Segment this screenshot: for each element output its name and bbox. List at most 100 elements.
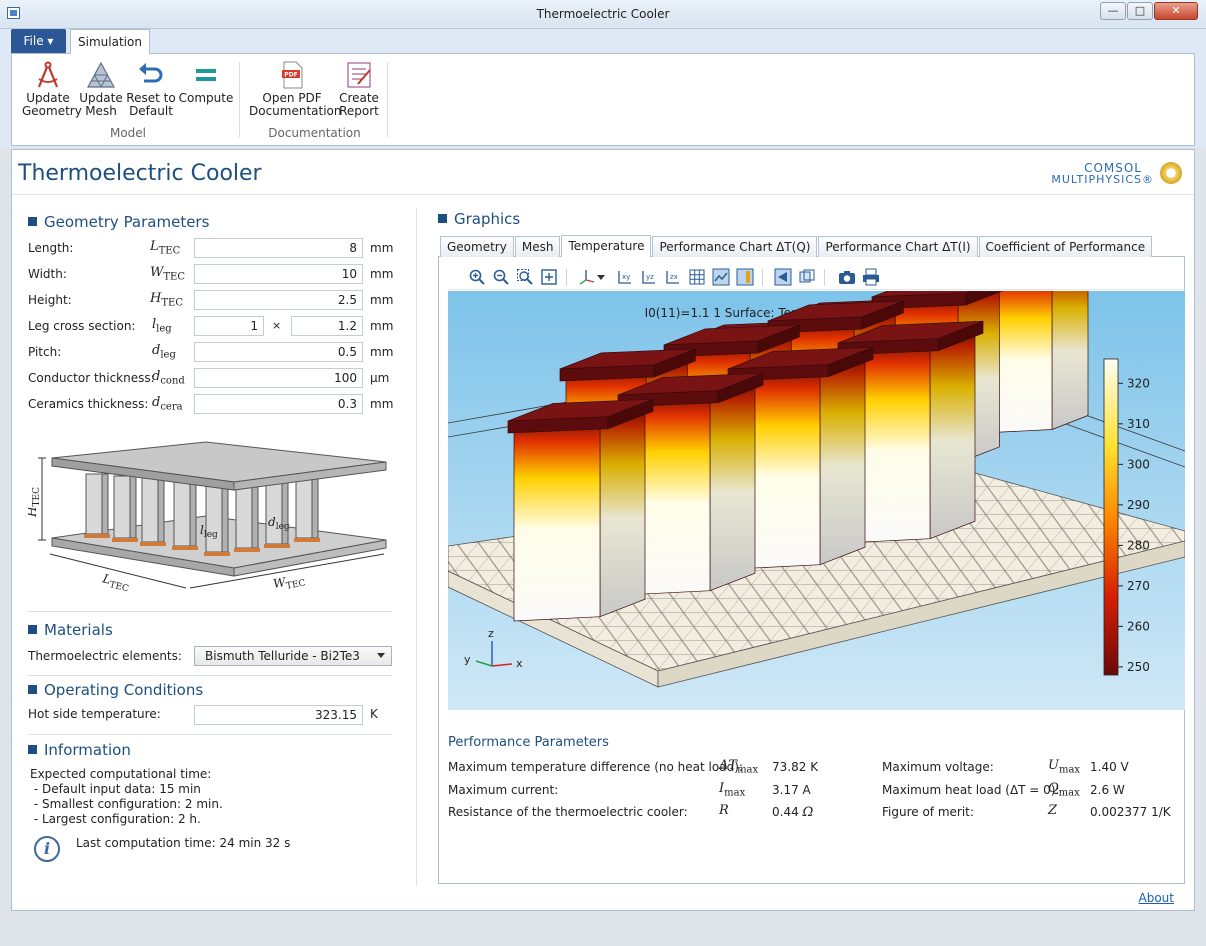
ceramics-thickness-input[interactable]: 0.3: [194, 394, 363, 414]
diagram-length-label: LTEC: [100, 571, 132, 594]
toolbar-separator: [566, 269, 567, 286]
tab-coefficient-of-performance[interactable]: Coefficient of Performance: [978, 236, 1153, 257]
tab-simulation[interactable]: Simulation: [70, 29, 150, 54]
q-sub: max: [1058, 787, 1080, 799]
tab-mesh[interactable]: Mesh: [514, 236, 561, 257]
column-divider: [416, 208, 417, 886]
leg-side-face: [819, 346, 866, 566]
hot-side-temperature-input[interactable]: 323.15: [194, 705, 363, 725]
thermoelectric-elements-label: Thermoelectric elements:: [28, 649, 182, 663]
max-current-value: 3.17 A: [772, 783, 811, 797]
about-link[interactable]: About: [1139, 891, 1174, 905]
leg-side-face: [709, 372, 756, 592]
axis-x-label: x: [516, 657, 523, 670]
window-title: Thermoelectric Cooler: [536, 7, 670, 21]
create-report-button[interactable]: Create Report: [338, 60, 380, 118]
ceramics-thickness-unit: mm: [370, 397, 394, 411]
print-icon[interactable]: [862, 268, 880, 286]
length-symbol-sub: TEC: [158, 245, 181, 257]
update-geometry-button[interactable]: Update Geometry: [22, 60, 82, 118]
info-line: Expected computational time:: [30, 767, 212, 781]
width-symbol-base: W: [150, 265, 164, 280]
update-mesh-button[interactable]: Update Mesh: [79, 60, 123, 118]
transparency-icon[interactable]: [774, 268, 792, 286]
close-button[interactable]: ✕: [1154, 2, 1198, 20]
value: 0.002377: [1090, 805, 1148, 819]
r-symbol: R: [719, 803, 729, 818]
leg-width-input[interactable]: 1: [194, 316, 264, 336]
max-heat-load-label: Maximum heat load (ΔT = 0):: [882, 783, 1060, 797]
title-divider: [12, 194, 1194, 195]
info-icon: i: [34, 836, 60, 862]
window-controls: — □ ✕: [1099, 2, 1198, 20]
graphics-viewport[interactable]: I0(11)=1.1 1 Surface: Temperature (K) 32…: [448, 291, 1185, 710]
height-symbol: HTEC: [150, 291, 183, 309]
view-zx-icon[interactable]: zx: [664, 268, 682, 286]
ribbon-group-model: Model: [109, 126, 147, 140]
axis-y-label: y: [464, 653, 471, 666]
operating-conditions-heading: Operating Conditions: [28, 681, 203, 699]
tab-temperature[interactable]: Temperature: [561, 235, 652, 257]
zoom-box-icon[interactable]: [516, 268, 534, 286]
thermoelectric-material-select[interactable]: Bismuth Telluride - Bi2Te3: [194, 646, 392, 666]
zoom-extents-icon[interactable]: [540, 268, 558, 286]
title-bar: Thermoelectric Cooler — □ ✕: [0, 0, 1206, 29]
scene-light-icon[interactable]: [712, 268, 730, 286]
pitch-label: Pitch:: [28, 345, 62, 359]
leg-side-face: [1051, 291, 1089, 431]
information-heading-text: Information: [44, 741, 131, 759]
pitch-symbol-sub: leg: [160, 349, 176, 361]
minimize-button[interactable]: —: [1100, 2, 1126, 20]
max-current-symbol: Imax: [719, 781, 745, 799]
conductor-thickness-unit: µm: [370, 371, 390, 385]
view-yz-icon[interactable]: yz: [640, 268, 658, 286]
mesh-triangle-icon: [86, 61, 116, 88]
leg-front-face: [513, 416, 601, 622]
info-line: - Default input data: 15 min: [30, 782, 201, 796]
ribbon-separator: [239, 62, 240, 137]
update-geometry-label-2: Geometry: [22, 104, 82, 118]
open-pdf-label-2: Documentation: [249, 104, 342, 118]
width-input[interactable]: 10: [194, 264, 363, 284]
grid-icon[interactable]: [688, 268, 706, 286]
chevron-down-icon[interactable]: [596, 268, 606, 286]
legend-toggle-icon[interactable]: [736, 268, 754, 286]
tab-performance-chart-dti[interactable]: Performance Chart ΔT(I): [818, 236, 978, 257]
ceramics-symbol-sub: cera: [160, 401, 183, 413]
height-input[interactable]: 2.5: [194, 290, 363, 310]
wireframe-icon[interactable]: [798, 268, 816, 286]
u-sub: max: [1058, 764, 1081, 776]
toolbar-separator: [762, 269, 763, 286]
zoom-out-icon[interactable]: [492, 268, 510, 286]
materials-heading: Materials: [28, 621, 113, 639]
pitch-input[interactable]: 0.5: [194, 342, 363, 362]
maximize-button[interactable]: □: [1127, 2, 1153, 20]
unit: V: [1120, 760, 1129, 774]
length-input[interactable]: 8: [194, 238, 363, 258]
tab-geometry[interactable]: Geometry: [440, 236, 514, 257]
compute-button[interactable]: Compute: [178, 60, 234, 105]
file-menu-tab[interactable]: File ▾: [11, 29, 66, 53]
toolbar-separator: [824, 269, 825, 286]
camera-icon[interactable]: [838, 268, 856, 286]
graphics-heading-text: Graphics: [454, 210, 521, 228]
value: 1.40: [1090, 760, 1117, 774]
reset-to-default-button[interactable]: Reset to Default: [126, 60, 176, 118]
max-heat-load-value: 2.6 W: [1090, 783, 1125, 797]
conductor-thickness-input[interactable]: 100: [194, 368, 363, 388]
geometry-parameters-heading: Geometry Parameters: [28, 213, 209, 231]
max-voltage-label: Maximum voltage:: [882, 760, 994, 774]
ribbon-group-documentation: Documentation: [268, 126, 361, 140]
zoom-in-icon[interactable]: [468, 268, 486, 286]
section-marker-icon: [438, 214, 447, 223]
tab-performance-chart-dtq[interactable]: Performance Chart ΔT(Q): [652, 236, 818, 257]
view-xy-icon[interactable]: xy: [616, 268, 634, 286]
view-axes-icon[interactable]: [578, 268, 596, 286]
information-heading: Information: [28, 741, 131, 759]
leg-depth-input[interactable]: 1.2: [291, 316, 363, 336]
svg-text:yz: yz: [646, 273, 654, 281]
comsol-logo: COMSOL MULTIPHYSICS®: [1024, 159, 1184, 187]
unit: A: [802, 783, 811, 797]
open-pdf-documentation-button[interactable]: PDF Open PDF Documentation: [249, 60, 342, 118]
diagram-width-label: WTEC: [272, 572, 306, 594]
